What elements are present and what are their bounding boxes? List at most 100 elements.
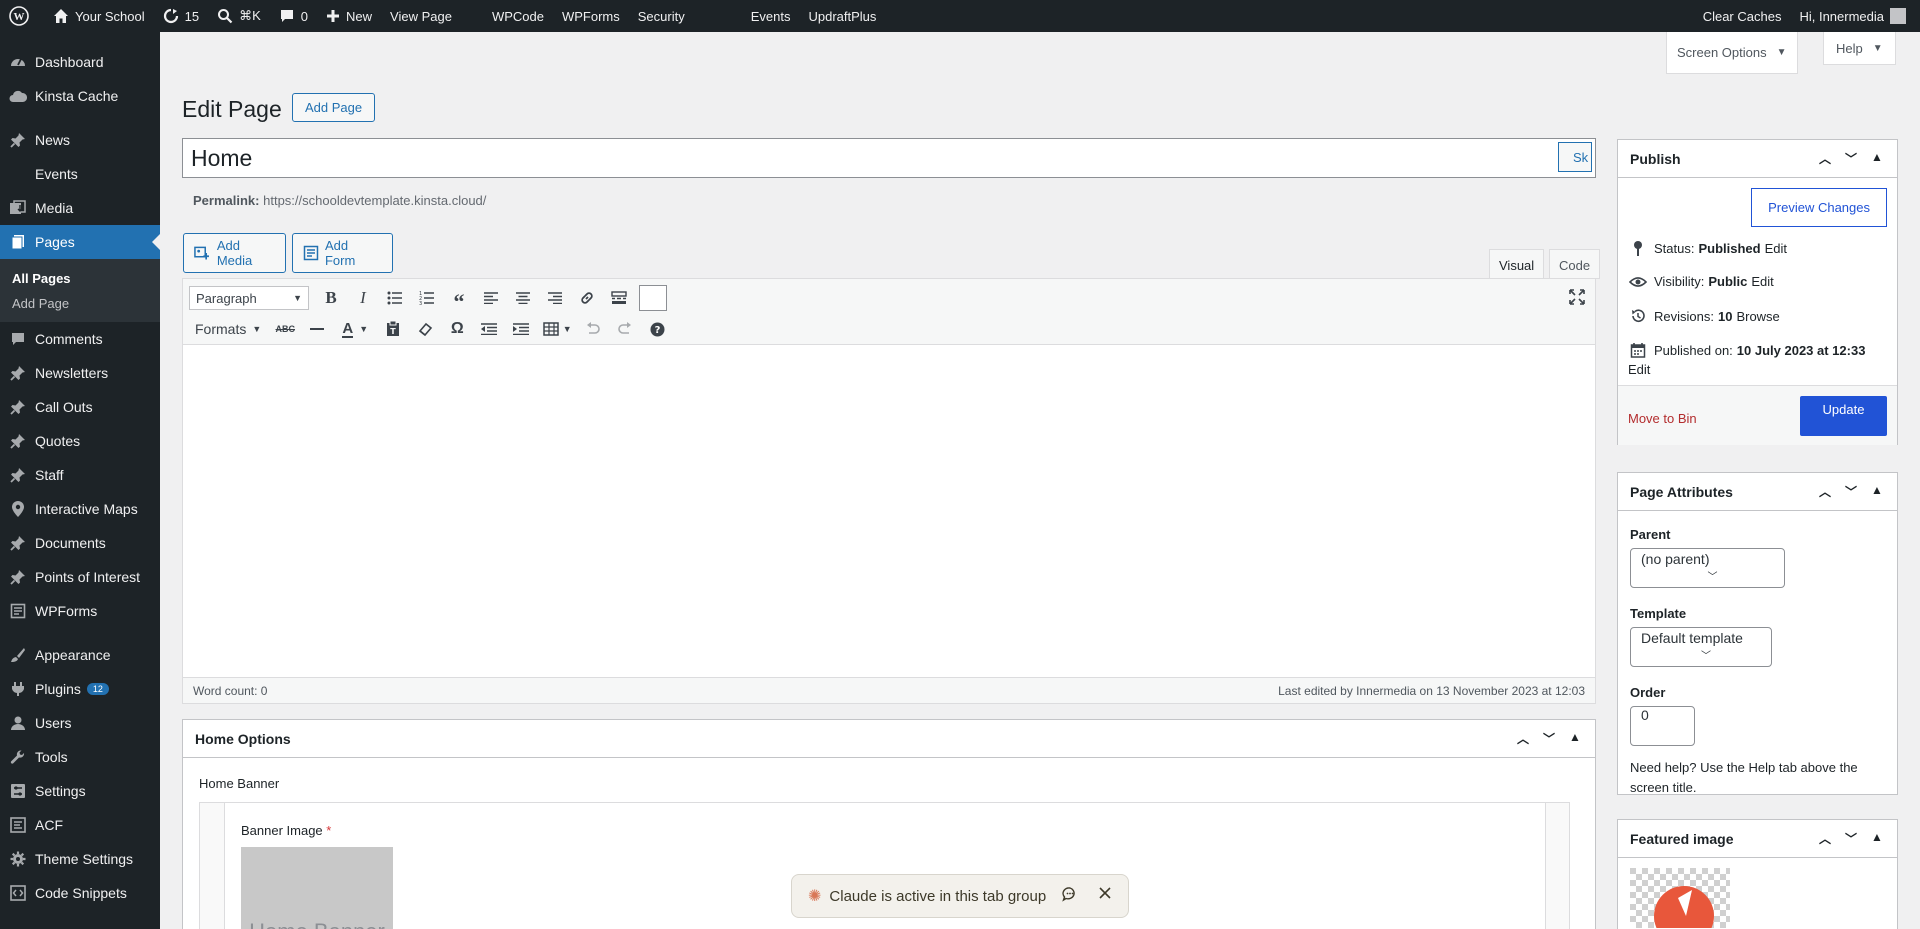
visibility-edit-link[interactable]: Edit [1751,274,1773,289]
featured-image-thumbnail[interactable] [1630,868,1730,928]
add-form-button[interactable]: Add Form [292,233,393,273]
align-left-icon[interactable] [475,284,507,312]
table-icon[interactable]: ▼ [537,315,577,343]
sidebar-item-dashboard[interactable]: Dashboard [0,45,160,79]
help-button[interactable]: Help ▼ [1823,32,1896,65]
move-up-icon[interactable]: ︿ [1817,483,1833,500]
paste-text-icon[interactable]: T [377,315,409,343]
outdent-icon[interactable] [473,315,505,343]
toggle-panel-icon[interactable]: ▲ [1869,483,1885,500]
sidebar-item-staff[interactable]: Staff [0,458,160,492]
published-edit-link[interactable]: Edit [1628,362,1650,377]
security-link[interactable]: Security [629,0,694,32]
revisions-browse-link[interactable]: Browse [1736,309,1779,324]
sidebar-item-documents[interactable]: Documents [0,526,160,560]
strikethrough-icon[interactable]: ABC [269,315,301,343]
redo-icon[interactable] [609,315,641,343]
tab-visual[interactable]: Visual [1489,249,1545,279]
updraftplus-link[interactable]: UpdraftPlus [799,0,885,32]
update-button[interactable]: Update [1800,396,1887,436]
sidebar-item-news[interactable]: News [0,123,160,157]
search-link[interactable]: ⌘K [208,0,270,32]
move-up-icon[interactable]: ︿ [1515,730,1531,747]
title-side-button[interactable]: Sk [1558,142,1592,172]
blockquote-icon[interactable]: “ [443,284,475,313]
move-down-icon[interactable]: ﹀ [1843,830,1859,847]
tab-code[interactable]: Code [1549,249,1601,279]
permalink-url[interactable]: https://schooldevtemplate.kinsta.cloud/ [263,193,486,208]
sidebar-item-media[interactable]: Media [0,191,160,225]
clear-caches-link[interactable]: Clear Caches [1694,0,1791,32]
horizontal-line-icon[interactable] [301,315,333,343]
fullscreen-icon[interactable] [1569,289,1585,308]
help-question-icon[interactable]: ? [641,315,673,343]
site-name-link[interactable]: Your School [44,0,154,32]
my-account-link[interactable]: Hi, Innermedia [1790,0,1920,32]
add-page-button[interactable]: Add Page [292,93,376,122]
sidebar-item-code-snippets[interactable]: Code Snippets [0,876,160,910]
submenu-add-page[interactable]: Add Page [0,291,160,316]
post-title-input[interactable]: Home Sk [182,138,1596,178]
clear-formatting-icon[interactable] [409,315,441,343]
move-down-icon[interactable]: ﹀ [1843,483,1859,500]
close-icon[interactable] [1098,886,1112,906]
text-color-icon[interactable]: A ▼ [333,315,377,343]
parent-select[interactable]: (no parent) ﹀ [1630,548,1785,588]
template-select[interactable]: Default template ﹀ [1630,627,1772,667]
sidebar-item-pages[interactable]: Pages [0,225,160,259]
banner-image-thumbnail[interactable]: Home Banner [241,847,393,929]
wpcode-link[interactable]: WPCode [483,0,553,32]
special-character-icon[interactable]: Ω [441,315,473,343]
view-page-link[interactable]: View Page [381,0,461,32]
add-media-button[interactable]: Add Media [183,233,286,273]
updates-link[interactable]: 15 [154,0,208,32]
toggle-panel-icon[interactable]: ▲ [1567,730,1583,747]
screen-options-button[interactable]: Screen Options ▼ [1666,32,1798,74]
sidebar-item-call-outs[interactable]: Call Outs [0,390,160,424]
order-input[interactable]: 0 [1630,706,1695,746]
numbered-list-icon[interactable]: 123 [411,284,443,312]
events-link[interactable]: Events [742,0,800,32]
new-content-link[interactable]: New [317,0,381,32]
link-icon[interactable] [571,284,603,312]
sidebar-item-events[interactable]: Events [0,157,160,191]
indent-icon[interactable] [505,315,537,343]
sidebar-item-points-of-interest[interactable]: Points of Interest [0,560,160,594]
undo-icon[interactable] [577,315,609,343]
wordpress-logo-icon[interactable]: W [0,0,44,32]
submenu-all-pages[interactable]: All Pages [0,266,160,291]
sidebar-item-tools[interactable]: Tools [0,740,160,774]
toggle-panel-icon[interactable]: ▲ [1869,830,1885,847]
toolbar-toggle-box[interactable] [639,285,667,311]
sidebar-item-settings[interactable]: Settings [0,774,160,808]
move-up-icon[interactable]: ︿ [1817,830,1833,847]
italic-icon[interactable]: I [347,284,379,312]
sidebar-item-appearance[interactable]: Appearance [0,638,160,672]
sidebar-item-theme-settings[interactable]: Theme Settings [0,842,160,876]
move-down-icon[interactable]: ﹀ [1541,730,1557,747]
bullet-list-icon[interactable] [379,284,411,312]
align-center-icon[interactable] [507,284,539,312]
format-select[interactable]: Paragraph ▼ [189,286,309,310]
toggle-panel-icon[interactable]: ▲ [1869,150,1885,167]
sidebar-item-kinsta-cache[interactable]: Kinsta Cache [0,79,160,113]
align-right-icon[interactable] [539,284,571,312]
chat-bubble-icon[interactable] [1062,886,1078,906]
sidebar-item-acf[interactable]: ACF [0,808,160,842]
move-down-icon[interactable]: ﹀ [1843,150,1859,167]
move-up-icon[interactable]: ︿ [1817,150,1833,167]
sidebar-item-interactive-maps[interactable]: Interactive Maps [0,492,160,526]
status-edit-link[interactable]: Edit [1765,241,1787,256]
sidebar-item-plugins[interactable]: Plugins 12 [0,672,160,706]
preview-changes-button[interactable]: Preview Changes [1751,188,1887,227]
formats-dropdown[interactable]: Formats ▼ [189,321,269,337]
editor-body[interactable] [183,345,1595,665]
sidebar-item-comments[interactable]: Comments [0,322,160,356]
sidebar-item-quotes[interactable]: Quotes [0,424,160,458]
wpforms-link[interactable]: WPForms [553,0,629,32]
bold-icon[interactable]: B [315,284,347,312]
sidebar-item-users[interactable]: Users [0,706,160,740]
comments-link[interactable]: 0 [270,0,317,32]
sidebar-item-wpforms[interactable]: WPForms [0,594,160,628]
sidebar-item-newsletters[interactable]: Newsletters [0,356,160,390]
